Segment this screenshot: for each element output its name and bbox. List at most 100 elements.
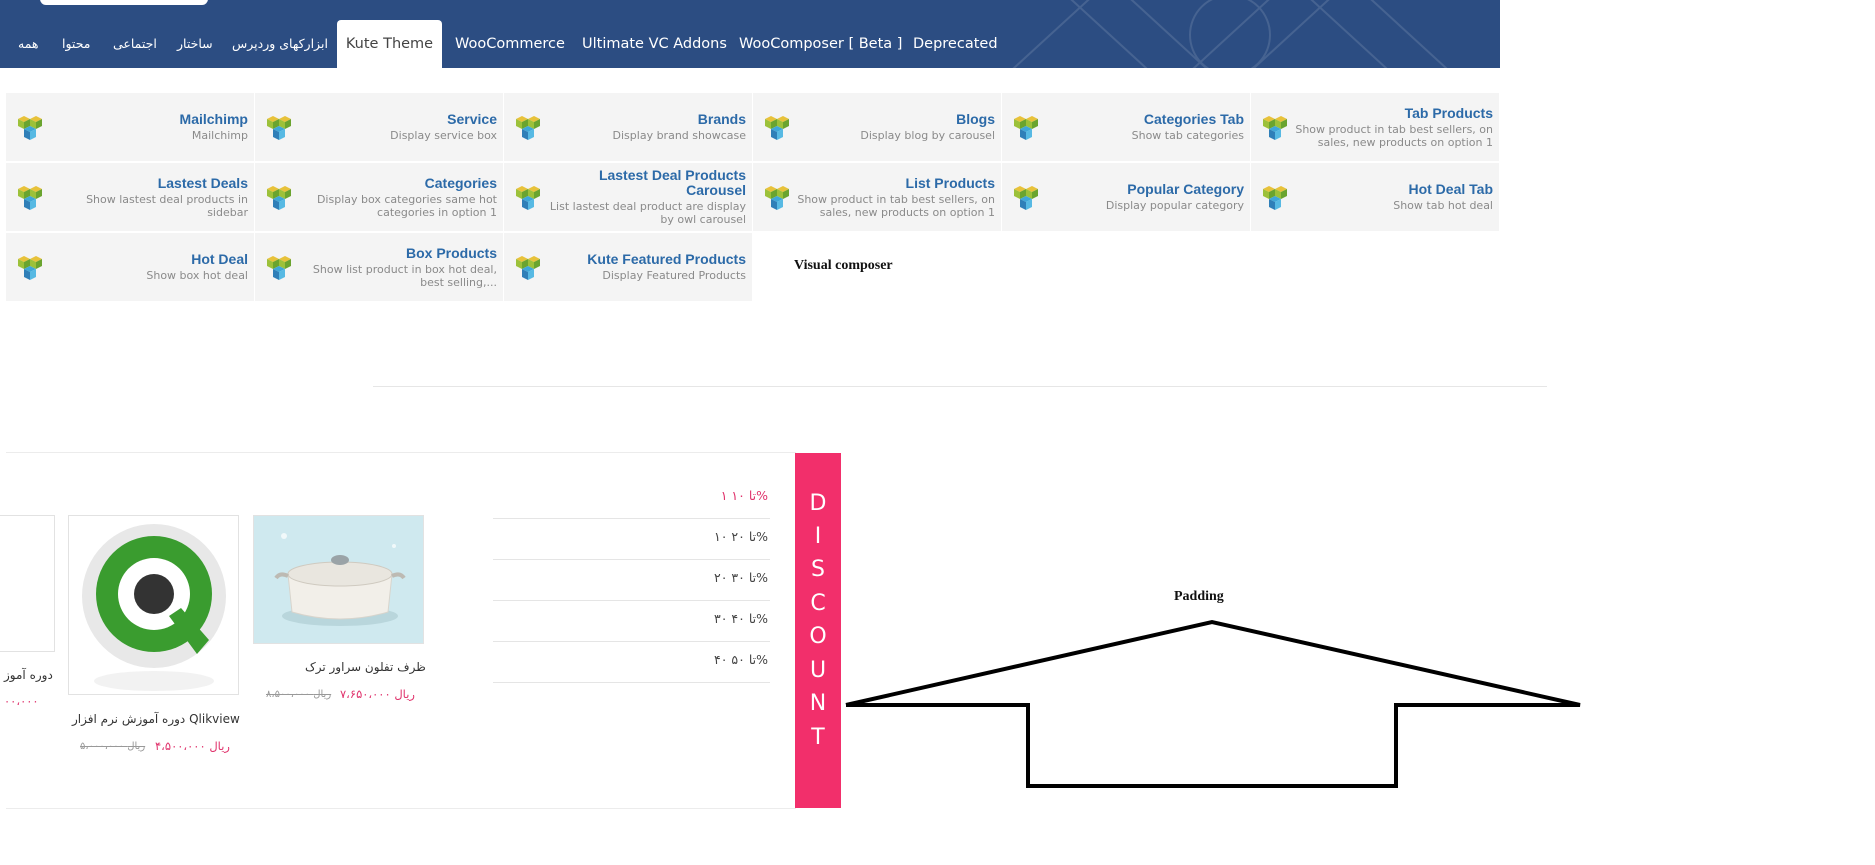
discount-range-label: ۲۰ تا ۳۰% [714,570,768,585]
discount-letter: D [809,491,827,516]
element-lastest-deals[interactable]: Lastest Deals Show lastest deal products … [6,163,254,231]
element-title: Popular Category [1127,181,1244,197]
tab-kute-theme[interactable]: Kute Theme [337,20,442,68]
vc-cube-icon [1263,116,1287,140]
padding-label: Padding [1174,589,1224,604]
element-list-products[interactable]: List Products Show product in tab best se… [753,163,1001,231]
element-title: Lastest Deal Products Carousel [598,167,746,198]
discount-range-item[interactable]: ۱۰ تا ۲۰% [493,519,770,560]
element-desc: Display box categories same hot categori… [316,192,497,219]
element-title: Hot Deal [191,251,248,267]
element-popular-category[interactable]: Popular Category Display popular category [1002,163,1250,231]
vc-cube-icon [765,186,789,210]
product-image[interactable] [0,515,55,652]
element-desc: Display service box [390,129,497,142]
padding-arrow-icon [845,619,1581,788]
element-title: List Products [905,174,995,191]
element-desc: Show list product in box hot deal, best … [312,262,497,289]
element-title: Hot Deal Tab [1408,181,1493,197]
product-old-price: ۸،۵۰۰،۰۰۰ ریال [266,689,332,700]
element-categories-tab[interactable]: Categories Tab Show tab categories [1002,93,1250,161]
discount-letter: I [814,524,822,549]
element-title: Brands [697,111,746,127]
element-desc: Show tab hot deal [1393,199,1493,212]
product-name[interactable]: دوره آموز [4,668,53,682]
tab-social[interactable]: اجتماعی [113,20,157,68]
element-title: Box Products [405,244,497,261]
vc-cube-icon [267,116,291,140]
element-kute-featured-products[interactable]: Kute Featured Products Display Featured P… [504,233,752,301]
tab-wordpress-widgets[interactable]: ابزارکهای وردپرس [232,20,328,68]
discount-range-item[interactable]: ۴۰ تا ۵۰% [493,642,770,683]
top-nav-bar: همه محتوا اجتماعی ساختار ابزارکهای وردپر… [0,0,1500,68]
product-price: ۷،۶۵۰،۰۰۰ ریال [340,687,415,701]
element-title: Tab Products [1404,104,1493,121]
element-hot-deal[interactable]: Hot Deal Show box hot deal [6,233,254,301]
vc-cube-icon [18,116,42,140]
element-lastest-deal-products-carousel[interactable]: Lastest Deal Products Carousel List laste… [504,163,752,231]
element-desc: Display Featured Products [602,269,746,282]
tab-ultimate-vc-addons[interactable]: Ultimate VC Addons [582,20,727,68]
element-title: Categories Tab [1143,111,1244,127]
vc-cube-icon [18,256,42,280]
element-title: Categories [424,174,497,191]
qlikview-logo-image [82,524,226,691]
discount-range-item[interactable]: ۳۰ تا ۴۰% [493,601,770,642]
divider [6,452,796,453]
tab-content[interactable]: محتوا [62,20,90,68]
discount-range-item[interactable]: ۱ تا ۱۰% [493,478,770,519]
element-desc: Show product in tab best sellers, on sal… [1295,122,1493,149]
element-title: Mailchimp [179,111,248,127]
vc-cube-icon [1263,186,1287,210]
product-price: ۰۰،۰۰۰ [4,694,39,708]
tab-woocomposer-beta[interactable]: WooComposer [ Beta ] [739,20,902,68]
discount-range-label: ۱ تا ۱۰% [720,488,768,503]
element-mailchimp[interactable]: Mailchimp Mailchimp [6,93,254,161]
vc-cube-icon [1014,186,1038,210]
tab-woocommerce[interactable]: WooCommerce [455,20,565,68]
vc-cube-icon [267,186,291,210]
element-brands[interactable]: Brands Display brand showcase [504,93,752,161]
element-desc: List lastest deal product are display by… [549,200,746,226]
element-title: Kute Featured Products [587,251,746,267]
search-field-edge[interactable] [40,0,208,5]
element-box-products[interactable]: Box Products Show list product in box hot… [255,233,503,301]
element-desc: Show box hot deal [146,269,248,282]
element-hot-deal-tab[interactable]: Hot Deal Tab Show tab hot deal [1251,163,1499,231]
element-title: Lastest Deals [157,174,248,191]
product-old-price: ۵،۰۰۰،۰۰۰ ریال [80,741,146,752]
element-desc: Display brand showcase [612,129,746,142]
tab-deprecated[interactable]: Deprecated [913,20,998,68]
tab-structure[interactable]: ساختار [177,20,213,68]
element-title: Service [447,111,497,127]
element-desc: Show lastest deal products in sidebar [86,192,248,219]
tab-all[interactable]: همه [18,20,39,68]
vc-cube-icon [516,256,540,280]
element-service[interactable]: Service Display service box [255,93,503,161]
discount-range-label: ۱۰ تا ۲۰% [714,529,768,544]
vc-cube-icon [267,256,291,280]
discount-letter: S [811,557,825,582]
product-name[interactable]: ظرف تفلون سراور ترک [305,660,426,674]
element-desc: Display popular category [1105,199,1244,212]
pot-image [274,533,406,626]
element-desc: Show product in tab best sellers, on sal… [797,192,995,219]
vc-cube-icon [18,186,42,210]
vc-cube-icon [765,116,789,140]
product-image[interactable] [253,515,424,644]
discount-range-label: ۳۰ تا ۴۰% [714,611,768,626]
element-desc: Show tab categories [1131,129,1244,142]
element-desc: Mailchimp [191,129,248,142]
vc-cube-icon [1014,116,1038,140]
visual-composer-label: Visual composer [794,258,893,273]
element-categories[interactable]: Categories Display box categories same ho… [255,163,503,231]
vc-cube-icon [516,116,540,140]
element-tab-products[interactable]: Tab Products Show product in tab best sel… [1251,93,1499,161]
product-name[interactable]: دوره آموزش نرم افزار Qlikview [72,712,240,726]
element-title: Blogs [956,111,995,127]
discount-range-item[interactable]: ۲۰ تا ۳۰% [493,560,770,601]
element-blogs[interactable]: Blogs Display blog by carousel [753,93,1001,161]
element-desc: Display blog by carousel [860,129,995,142]
product-image[interactable] [68,515,239,695]
product-price: ۴،۵۰۰،۰۰۰ ریال [155,739,230,753]
